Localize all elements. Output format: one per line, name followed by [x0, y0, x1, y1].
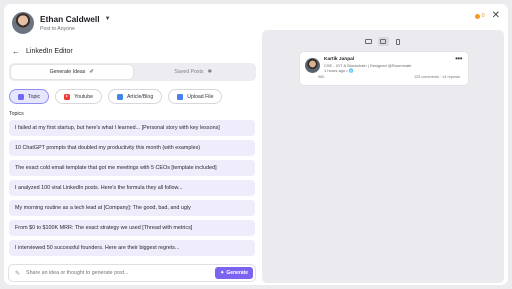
post-preview-card: Kartik Janpal CSE - IOT & Blockchain | D…: [300, 52, 468, 85]
list-item[interactable]: I failed at my first startup, but here's…: [9, 120, 255, 136]
desktop-view-icon[interactable]: [363, 37, 374, 46]
author-info: Ethan Caldwell ▼ Post to Anyone: [40, 14, 111, 32]
list-item[interactable]: I interviewed 50 successful founders. He…: [9, 240, 255, 256]
list-item[interactable]: My morning routine as a tech lead at [Co…: [9, 200, 255, 216]
editor-header: ← LinkedIn Editor: [12, 47, 73, 56]
preview-panel: Kartik Janpal CSE - IOT & Blockchain | D…: [262, 30, 504, 283]
tablet-view-icon[interactable]: [377, 37, 389, 46]
upload-file-icon: [177, 93, 184, 100]
author-name: Ethan Caldwell: [40, 14, 100, 24]
preview-timestamp: 1 hours ago • 🌐: [324, 68, 354, 73]
source-youtube-button[interactable]: Youtube: [55, 89, 102, 104]
list-item[interactable]: 10 ChatGPT prompts that doubled my produ…: [9, 140, 255, 156]
window-controls: 0 ✕: [474, 11, 500, 21]
source-upload-button[interactable]: Upload File: [168, 89, 223, 104]
close-icon[interactable]: ✕: [492, 11, 500, 21]
reaction-count: 980: [318, 75, 325, 79]
source-topic-button[interactable]: Topic: [9, 89, 50, 104]
arrow-left-icon[interactable]: ←: [12, 47, 20, 56]
comment-count: 125 comments: [413, 75, 439, 79]
topic-icon: [18, 93, 24, 100]
tab-generate-ideas[interactable]: Generate Ideas ✐: [11, 65, 133, 79]
idea-composer: ✎ ✦ Generate: [8, 264, 256, 282]
avatar: [305, 58, 320, 73]
author-selector[interactable]: Ethan Caldwell ▼ Post to Anyone: [12, 12, 111, 34]
app-window: Ethan Caldwell ▼ Post to Anyone ← Linked…: [4, 4, 508, 285]
source-selector: Topic Youtube Article/Blog Upload File: [9, 89, 228, 104]
idea-input[interactable]: [26, 270, 216, 276]
mobile-view-icon[interactable]: [393, 37, 404, 46]
youtube-icon: [64, 93, 71, 100]
sparkle-icon: ✱: [207, 69, 213, 75]
list-item[interactable]: From $0 to $100K MRR: The exact strategy…: [9, 220, 255, 236]
list-item[interactable]: I analyzed 100 viral LinkedIn posts. Her…: [9, 180, 255, 196]
editor-panel: Ethan Caldwell ▼ Post to Anyone ← Linked…: [4, 4, 260, 285]
device-switcher: [262, 37, 504, 46]
list-item[interactable]: The exact cold email template that got m…: [9, 160, 255, 176]
preview-author-name: Kartik Janpal: [324, 57, 355, 62]
chevron-down-icon[interactable]: ▼: [105, 16, 111, 22]
credits-badge: 0: [474, 13, 485, 19]
repost-count: 14 reposts: [442, 75, 460, 79]
topic-list: I failed at my first startup, but here's…: [9, 120, 255, 260]
paperclip-icon[interactable]: ✎: [15, 270, 20, 277]
source-article-button[interactable]: Article/Blog: [107, 89, 163, 104]
generate-button[interactable]: ✦ Generate: [215, 267, 253, 279]
tab-switcher: Generate Ideas ✐ Saved Posts ✱: [9, 63, 256, 81]
coin-icon: [474, 13, 480, 19]
topics-heading: Topics: [9, 111, 24, 117]
more-options-icon[interactable]: •••: [455, 54, 462, 63]
pen-icon: ✐: [89, 69, 94, 75]
editor-title: LinkedIn Editor: [26, 48, 73, 55]
sparkle-icon: ✦: [220, 270, 225, 276]
tab-saved-posts[interactable]: Saved Posts ✱: [133, 65, 255, 79]
avatar: [12, 12, 34, 34]
article-icon: [116, 93, 123, 100]
post-visibility: Post to Anyone: [40, 26, 75, 32]
engagement-stats: 125 comments · 14 reposts: [413, 75, 460, 79]
